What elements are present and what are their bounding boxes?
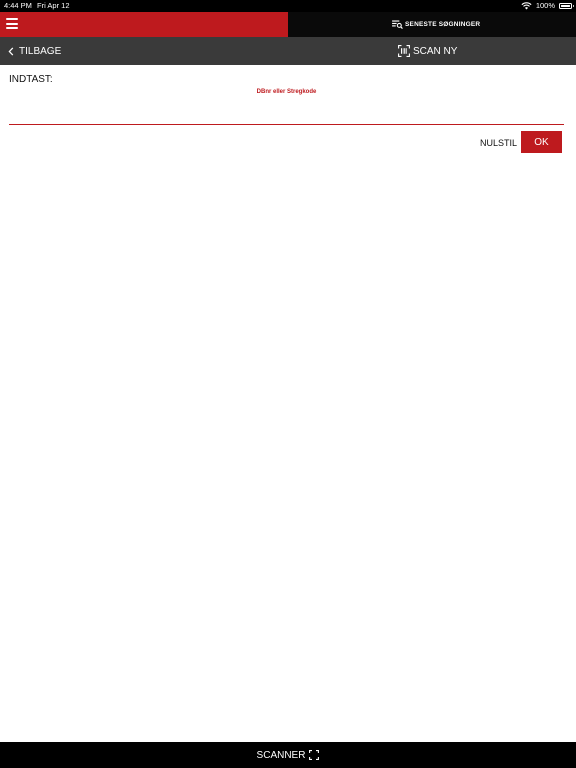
scan-frame-icon [309,750,320,760]
chevron-left-icon [8,46,14,56]
main-content: INDTAST: DBnr eller Stregkode NULSTIL OK [0,65,576,742]
status-date: Fri Apr 12 [37,1,70,10]
input-wrapper: DBnr eller Stregkode [9,87,564,125]
reset-button[interactable]: NULSTIL [480,137,517,148]
nav-bar: TILBAGE SCAN NY [0,37,576,65]
scan-new-button[interactable]: SCAN NY [398,37,457,65]
status-bar: 4:44 PM Fri Apr 12 100% [0,0,576,12]
top-bar-left [0,12,288,37]
back-button[interactable]: TILBAGE [8,37,61,65]
back-label: TILBAGE [19,45,62,57]
wifi-icon [521,2,532,10]
ok-button[interactable]: OK [521,131,562,153]
barcode-scan-icon [398,45,410,57]
status-right: 100% [521,0,574,12]
battery-icon [559,3,574,9]
top-bar-right: SENESTE SØGNINGER [288,12,576,37]
bottom-bar: SCANNER [0,742,576,768]
recent-searches-button[interactable]: SENESTE SØGNINGER [392,12,480,37]
recent-searches-label: SENESTE SØGNINGER [405,21,481,28]
barcode-input[interactable] [9,87,564,125]
scan-new-label: SCAN NY [413,45,458,57]
status-time: 4:44 PM [4,1,32,10]
scanner-button[interactable]: SCANNER [257,750,320,761]
input-label: INDTAST: [9,74,53,85]
battery-percent: 100% [535,1,555,10]
top-bar: SENESTE SØGNINGER [0,12,576,37]
hamburger-icon[interactable] [6,18,18,29]
scanner-label: SCANNER [256,749,306,761]
list-search-icon [392,20,403,29]
